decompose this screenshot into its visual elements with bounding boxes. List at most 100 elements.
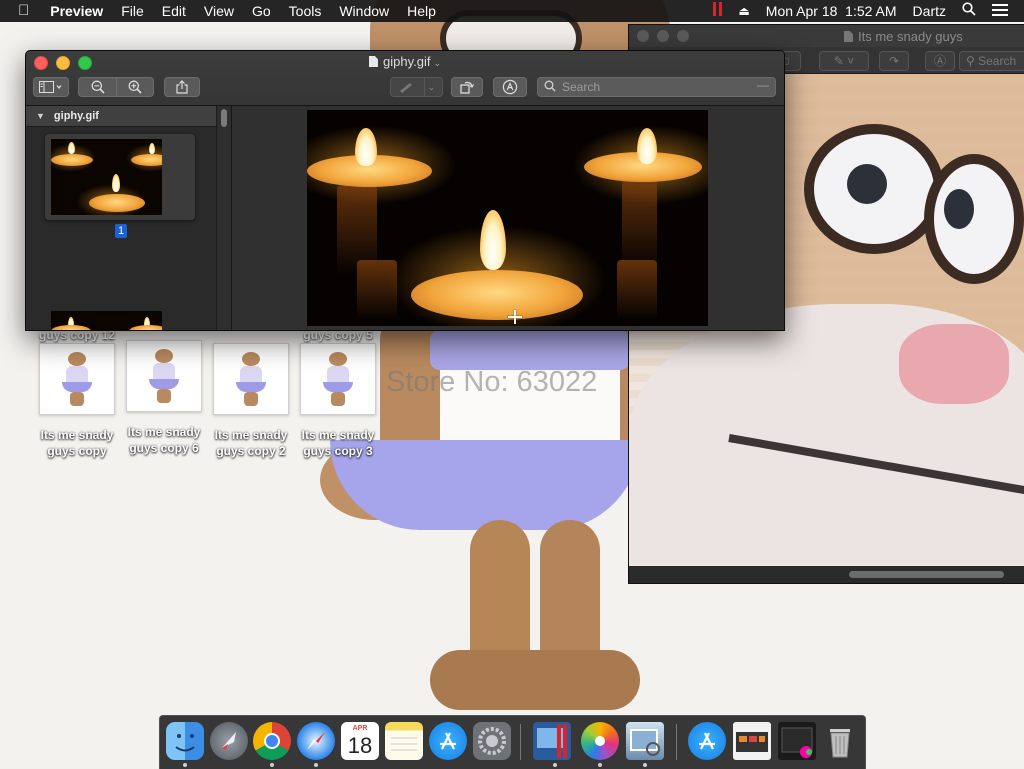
dock-finder-icon[interactable] xyxy=(166,722,204,760)
dock-notes-icon[interactable] xyxy=(385,722,423,760)
menu-window[interactable]: Window xyxy=(330,0,398,22)
notification-list-icon[interactable] xyxy=(984,0,1024,22)
dock-calendar-icon[interactable]: APR 18 xyxy=(341,722,379,760)
zoom-button[interactable] xyxy=(677,30,689,42)
candles-thumbnail-image xyxy=(51,139,162,215)
share-button[interactable] xyxy=(164,77,200,97)
horizontal-scrollbar[interactable] xyxy=(629,567,1024,583)
thumbnail-sidebar[interactable]: ▼ giphy.gif 1 xyxy=(26,106,232,330)
window-title: giphy.gif xyxy=(382,54,431,69)
search-field-end: — xyxy=(757,78,769,92)
search-icon xyxy=(544,80,556,95)
scrollbar-thumb[interactable] xyxy=(221,109,227,127)
menu-file[interactable]: File xyxy=(112,0,153,22)
spotlight-search-icon[interactable] xyxy=(954,0,984,22)
dock-system-preferences-icon[interactable] xyxy=(473,722,511,760)
running-indicator xyxy=(553,763,557,767)
page-thumbnail-selected[interactable] xyxy=(45,134,195,220)
dock-separator xyxy=(676,724,677,760)
eject-icon[interactable]: ⏏ xyxy=(730,0,757,22)
desktop-file-label: Its me snady guys copy xyxy=(40,428,114,458)
running-indicator xyxy=(183,763,187,767)
dock-folder-stack-icon[interactable] xyxy=(733,722,771,760)
zoom-out-button[interactable] xyxy=(79,80,116,94)
search-input[interactable]: Search — xyxy=(537,77,776,97)
markup-toolbar-button[interactable] xyxy=(493,77,527,97)
rotate-button[interactable] xyxy=(451,77,483,97)
search-input[interactable]: ⚲ Search xyxy=(959,51,1024,71)
menu-app-name[interactable]: Preview xyxy=(41,0,112,22)
dock-separator xyxy=(520,724,521,760)
menubar-user[interactable]: Dartz xyxy=(905,0,954,22)
markup-icon[interactable]: Ⓐ xyxy=(925,51,955,71)
markup-pen-button[interactable]: ⌄ xyxy=(390,77,443,97)
magnifier-plus-icon xyxy=(128,80,142,94)
pen-icon[interactable]: ✎ ˅ xyxy=(819,51,869,71)
rotate-icon[interactable]: ↷ xyxy=(879,51,909,71)
document-view[interactable] xyxy=(232,106,784,330)
dock-safari-icon[interactable] xyxy=(297,722,335,760)
desktop-file-icon[interactable]: guys copy 12 Its me snady guys copy xyxy=(37,328,117,459)
desktop-file-label: Its me snady guys copy 3 xyxy=(301,428,375,458)
running-indicator xyxy=(598,763,602,767)
dock-downloads-icon[interactable] xyxy=(688,722,726,760)
zoom-in-button[interactable] xyxy=(116,80,153,94)
file-thumbnail xyxy=(126,340,202,412)
title-chevron-icon[interactable]: ⌄ xyxy=(433,58,441,68)
dock-preview-icon[interactable] xyxy=(626,722,664,760)
dock-chrome-icon[interactable] xyxy=(253,722,291,760)
dock-launchpad-icon[interactable] xyxy=(210,722,248,760)
window-title-group[interactable]: giphy.gif ⌄ xyxy=(26,54,784,69)
title-bar[interactable]: Its me snady guys xyxy=(629,25,1024,47)
dock-screenshots-stack-icon[interactable] xyxy=(778,722,816,760)
share-icon xyxy=(176,80,188,94)
search-placeholder: Search xyxy=(562,80,601,94)
dock-trash-icon[interactable] xyxy=(821,722,859,760)
sidebar-file-header[interactable]: ▼ giphy.gif xyxy=(26,106,231,127)
menu-view[interactable]: View xyxy=(195,0,243,22)
dock-app-store-icon[interactable] xyxy=(429,722,467,760)
calendar-day: 18 xyxy=(347,733,373,758)
dock-photos-icon[interactable] xyxy=(581,722,619,760)
minimize-button[interactable] xyxy=(657,30,669,42)
desktop-file-label: Its me snady guys copy 2 xyxy=(214,428,288,458)
sidebar-toggle-button[interactable] xyxy=(33,77,69,97)
wallpaper-doll-collar xyxy=(430,330,630,370)
zoom-segmented-control xyxy=(78,77,154,97)
crosshair-cursor-icon xyxy=(508,310,522,324)
pause-indicator-icon[interactable] xyxy=(705,0,730,22)
preview-window[interactable]: giphy.gif ⌄ ⌄ Search — ▼ giphy.gif 1 xyxy=(25,50,785,331)
running-indicator xyxy=(643,763,647,767)
menubar-clock[interactable]: Mon Apr 18 1:52 AM xyxy=(758,0,905,22)
file-thumbnail xyxy=(213,343,289,415)
file-thumbnail xyxy=(300,343,376,415)
store-watermark: Store No: 63022 xyxy=(386,366,598,398)
pen-icon xyxy=(399,83,412,93)
search-placeholder: Search xyxy=(978,54,1017,68)
scrollbar-thumb[interactable] xyxy=(849,571,1004,578)
page-thumbnail[interactable] xyxy=(51,311,162,330)
document-icon xyxy=(844,31,853,42)
disclosure-triangle-icon[interactable]: ▼ xyxy=(36,111,45,121)
title-bar[interactable]: giphy.gif ⌄ ⌄ Search — xyxy=(26,51,784,106)
menu-edit[interactable]: Edit xyxy=(153,0,195,22)
menu-tools[interactable]: Tools xyxy=(280,0,331,22)
page-number-badge: 1 xyxy=(115,224,127,238)
menu-bar:  Preview File Edit View Go Tools Window… xyxy=(0,0,1024,22)
window-title: Its me snady guys xyxy=(858,29,963,44)
sidebar-icon xyxy=(39,81,62,93)
running-indicator xyxy=(314,763,318,767)
desktop-file-icon[interactable]: Its me snady guys copy 2 xyxy=(211,343,291,459)
file-thumbnail xyxy=(39,343,115,415)
close-button[interactable] xyxy=(637,30,649,42)
wallpaper-doll-feet xyxy=(430,650,640,710)
chevron-down-icon: ⌄ xyxy=(427,81,436,92)
running-indicator xyxy=(270,763,274,767)
desktop-file-icon[interactable]: Its me snady guys copy 6 xyxy=(124,340,204,456)
menu-go[interactable]: Go xyxy=(243,0,280,22)
sidebar-scrollbar[interactable] xyxy=(216,106,231,330)
menu-help[interactable]: Help xyxy=(398,0,445,22)
desktop-file-icon[interactable]: guys copy 5 Its me snady guys copy 3 xyxy=(298,328,378,459)
apple-menu-icon[interactable]:  xyxy=(0,0,41,22)
dock-screen-recorder-icon[interactable] xyxy=(533,722,571,760)
